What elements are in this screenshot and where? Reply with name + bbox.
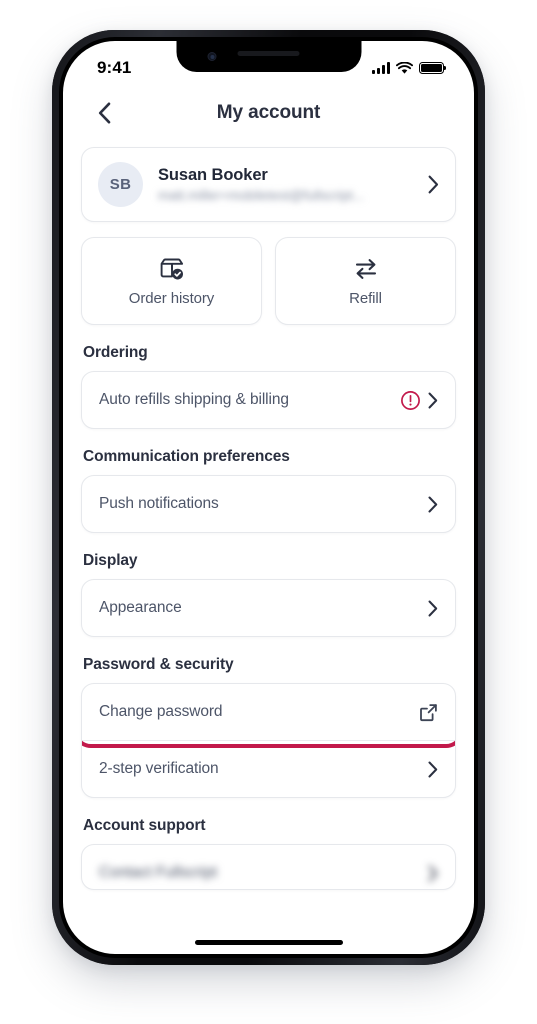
profile-text: Susan Booker matt.miller+mobiletest@full… [158, 166, 428, 203]
status-indicators [372, 61, 447, 75]
phone-bezel: 9:41 My account SB Susan Booker matt.mil… [59, 37, 478, 958]
row-appearance[interactable]: Appearance [82, 580, 455, 636]
chevron-right-icon [428, 496, 438, 512]
account-support-card: Contact Fullscript [81, 844, 456, 890]
profile-card[interactable]: SB Susan Booker matt.miller+mobiletest@f… [81, 147, 456, 222]
refill-label: Refill [349, 289, 382, 307]
avatar: SB [98, 162, 143, 207]
ordering-card: Auto refills shipping & billing [81, 371, 456, 429]
chevron-right-icon [428, 175, 439, 194]
change-password-highlight-wrapper: Change password [82, 684, 455, 748]
row-push-notifications[interactable]: Push notifications [82, 476, 455, 532]
chevron-right-icon [428, 865, 438, 881]
profile-name: Susan Booker [158, 166, 268, 184]
order-history-button[interactable]: Order history [81, 237, 262, 325]
row-2-step-verification[interactable]: 2-step verification [82, 741, 455, 797]
section-title-account-support: Account support [83, 817, 206, 834]
chevron-right-icon [428, 600, 438, 616]
wifi-icon [396, 61, 413, 74]
row-label: Contact Fullscript [99, 864, 217, 881]
password-security-card: Change password 2-step verification [81, 683, 456, 798]
row-label: Change password [99, 703, 223, 720]
package-check-icon [160, 258, 183, 279]
battery-full-icon [419, 62, 447, 74]
row-label: Appearance [99, 599, 182, 616]
front-camera-icon [207, 52, 216, 61]
external-link-icon [420, 703, 437, 721]
display-card: Appearance [81, 579, 456, 637]
row-label: Auto refills shipping & billing [99, 391, 289, 408]
home-indicator-bar[interactable] [194, 939, 343, 945]
row-trailing-icons [400, 390, 438, 411]
row-label: 2-step verification [99, 760, 219, 777]
cellular-bars-icon [372, 62, 390, 74]
order-history-label: Order history [128, 289, 215, 307]
row-auto-refills-shipping-billing[interactable]: Auto refills shipping & billing [82, 372, 455, 428]
chevron-right-icon [428, 761, 438, 777]
section-title-display: Display [83, 552, 138, 569]
refill-button[interactable]: Refill [275, 237, 456, 325]
quick-actions-row: Order history Refill [81, 237, 456, 325]
row-change-password[interactable]: Change password [82, 684, 455, 740]
profile-email: matt.miller+mobiletest@fullscript... [158, 188, 365, 203]
phone-screen: 9:41 My account SB Susan Booker matt.mil… [63, 41, 474, 954]
row-label: Push notifications [99, 495, 219, 512]
chevron-right-icon [428, 392, 438, 408]
earpiece-speaker-icon [237, 51, 300, 56]
alert-circle-icon [401, 390, 420, 410]
chevron-left-icon [98, 102, 110, 124]
status-time: 9:41 [97, 58, 132, 77]
settings-scroll-container[interactable]: SB Susan Booker matt.miller+mobiletest@f… [63, 139, 474, 954]
phone-notch [176, 41, 361, 72]
phone-device-frame: 9:41 My account SB Susan Booker matt.mil… [52, 30, 485, 965]
section-title-password-security: Password & security [83, 656, 234, 673]
row-contact-support[interactable]: Contact Fullscript [82, 845, 455, 889]
communication-preferences-card: Push notifications [81, 475, 456, 533]
back-button[interactable] [87, 96, 121, 130]
section-title-communication-preferences: Communication preferences [83, 448, 290, 465]
swap-arrows-icon [355, 258, 376, 279]
page-title: My account [216, 102, 321, 123]
navigation-bar: My account [63, 87, 474, 139]
section-title-ordering: Ordering [83, 344, 148, 361]
